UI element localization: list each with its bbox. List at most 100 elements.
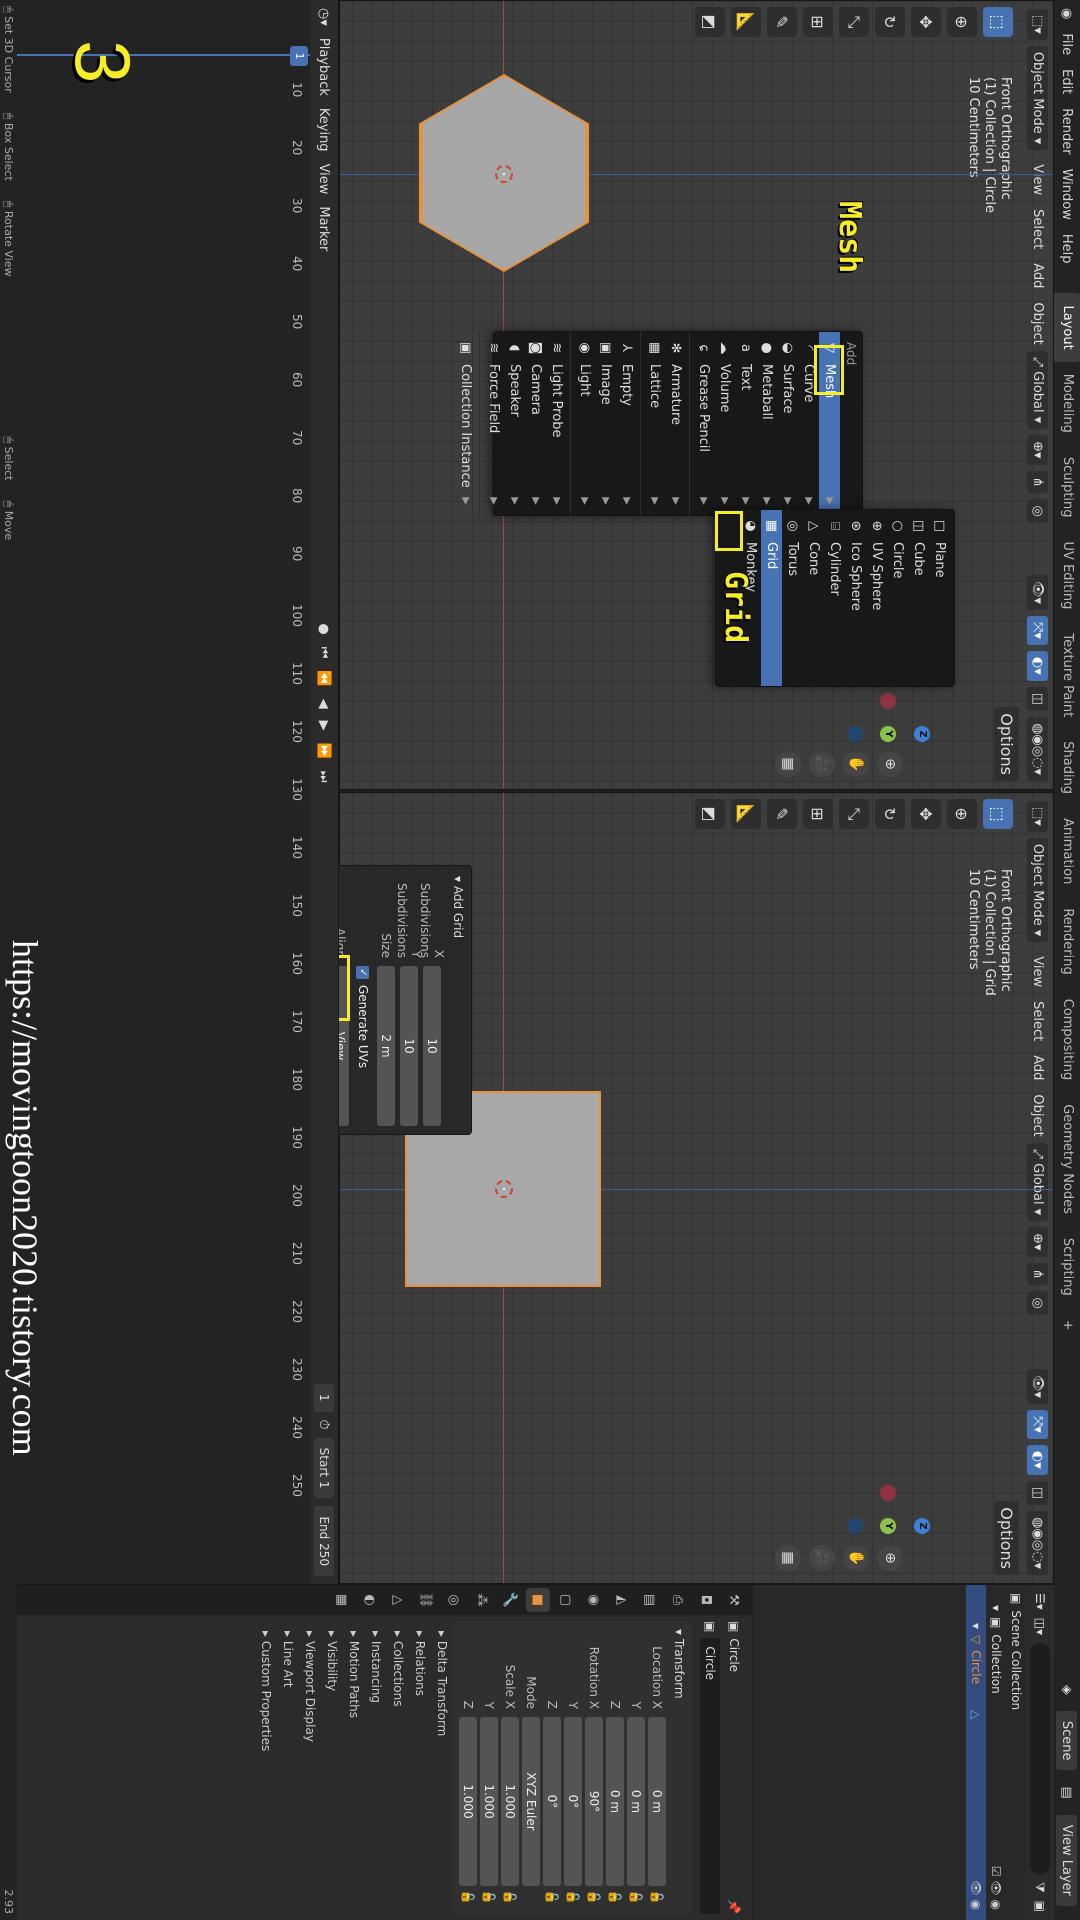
expand-icon[interactable]: ▾ (969, 1623, 983, 1629)
camera-view-icon[interactable]: 🎥 (809, 751, 835, 777)
tab-layout[interactable]: Layout (1054, 293, 1080, 362)
menu-view[interactable]: View (1031, 956, 1046, 987)
transform-row-value[interactable]: 1.000 (501, 1717, 519, 1886)
gizmo-neg-x[interactable] (880, 693, 896, 709)
options-button[interactable]: Options (994, 707, 1019, 781)
ortho-grid-icon[interactable]: ▦ (775, 1545, 801, 1571)
play-reverse-icon[interactable]: ◀ (317, 699, 332, 709)
transform-row-value[interactable]: 1.000 (459, 1717, 477, 1886)
outliner-editor-icon[interactable]: ☰▾ (1033, 1593, 1047, 1610)
scene-icon[interactable]: ◈ (1060, 1685, 1075, 1695)
transform-row-value[interactable]: 0° (564, 1717, 582, 1886)
move-icon[interactable]: ✥ (911, 7, 941, 37)
proportional-icon[interactable]: ◎ (1027, 1291, 1049, 1315)
next-key-icon[interactable]: ⏩ (317, 743, 332, 759)
jump-start-icon[interactable]: ⏮ (317, 647, 332, 659)
add-menu-item[interactable]: ▣ Collection Instance ▶ (455, 332, 476, 515)
end-frame-field[interactable]: End 250 (314, 1506, 334, 1576)
menu-view[interactable]: View (1031, 164, 1046, 195)
view-layer-selector[interactable]: View Layer (1056, 1814, 1078, 1906)
tool-tab-icon[interactable]: ⚒ (722, 1588, 746, 1612)
lock-icon[interactable]: 🔓 (566, 1886, 580, 1908)
mode-selector[interactable]: Object Mode ▾ (1027, 45, 1049, 151)
jump-end-icon[interactable]: ⏭ (317, 771, 332, 783)
pivot-icon[interactable]: ⊕▾ (1027, 1227, 1049, 1257)
texture-tab-icon[interactable]: ▦ (330, 1588, 354, 1612)
add-workspace-button[interactable]: + (1054, 1308, 1080, 1343)
scene-tab-icon[interactable]: ◭ (610, 1588, 634, 1612)
snap-icon[interactable]: ⋔ (1027, 1262, 1049, 1286)
play-icon[interactable]: ▶ (317, 721, 332, 731)
rotate-icon[interactable]: ↻ (875, 7, 905, 37)
menu-render[interactable]: Render (1060, 108, 1075, 154)
lock-icon[interactable]: 🔓 (650, 1886, 664, 1908)
options-button[interactable]: Options (994, 1501, 1019, 1575)
transform-orientation[interactable]: ⤢ Global ▾ (1027, 350, 1049, 430)
menu-file[interactable]: File (1060, 33, 1075, 55)
tab-compositing[interactable]: Compositing (1054, 987, 1080, 1093)
measure-icon[interactable]: 📐 (731, 7, 761, 37)
tab-sculpting[interactable]: Sculpting (1054, 445, 1080, 530)
tab-uv-editing[interactable]: UV Editing (1054, 530, 1080, 622)
transform-icon[interactable]: ⊞ (803, 7, 833, 37)
mesh-menu-item[interactable]: ○ Circle (887, 510, 908, 686)
outliner-row-circle[interactable]: ▾ ▽ Circle △ 👁 ◉ (966, 1585, 986, 1920)
scale-icon[interactable]: ⤡ (839, 7, 869, 37)
add-menu-item[interactable]: a Text ▶ (735, 332, 756, 515)
gizmo-toggle-icon[interactable]: ⤧▾ (1027, 1409, 1049, 1439)
add-menu-item[interactable]: ◖ Speaker ▶ (504, 332, 525, 515)
gizmo-z-axis[interactable]: Z (914, 726, 930, 742)
add-menu-item[interactable]: ● Metaball ▶ (756, 332, 777, 515)
menu-add[interactable]: Add (1031, 1055, 1046, 1080)
menu-select[interactable]: Select (1031, 1001, 1046, 1041)
outliner-search-input[interactable] (1030, 1643, 1050, 1874)
add-cube-icon[interactable]: ◩ (695, 799, 725, 829)
visibility-icon[interactable]: 👁▾ (1027, 574, 1049, 610)
lock-icon[interactable]: 🔓 (545, 1886, 559, 1908)
measure-icon[interactable]: 📐 (731, 799, 761, 829)
current-frame-field[interactable]: 1 (314, 1383, 334, 1412)
start-frame-field[interactable]: Start 1 (314, 1437, 334, 1499)
menu-select[interactable]: Select (1031, 209, 1046, 249)
menu-timeline-view[interactable]: View (317, 164, 332, 195)
redo-row-value[interactable]: 10 (400, 966, 418, 1126)
tab-modeling[interactable]: Modeling (1054, 362, 1080, 445)
constraints-tab-icon[interactable]: ⛓ (414, 1588, 438, 1612)
expand-icon[interactable]: ▾ (989, 1605, 1003, 1611)
physics-tab-icon[interactable]: ◎ (442, 1588, 466, 1612)
lock-icon[interactable]: 🔓 (461, 1886, 475, 1908)
tab-texture-paint[interactable]: Texture Paint (1054, 621, 1080, 729)
transform-row-value[interactable]: 0 m (606, 1717, 624, 1886)
collection-tab-icon[interactable]: ▢ (554, 1588, 578, 1612)
add-menu-item[interactable]: ◒ Surface ▶ (777, 332, 798, 515)
add-menu-item[interactable]: ▦ Lattice ▶ (644, 332, 665, 515)
outliner-row-collection[interactable]: ▾ ▣ Collection ☑ 👁 ◉ (986, 1585, 1006, 1920)
material-tab-icon[interactable]: ◐ (358, 1588, 382, 1612)
subpanel-header[interactable]: ▸ Custom Properties (255, 1621, 277, 1914)
proportional-icon[interactable]: ◎ (1027, 499, 1049, 523)
add-menu-item[interactable]: ☁ Volume ▶ (714, 332, 735, 515)
transform-row-value[interactable]: 90° (585, 1717, 603, 1886)
checkbox-icon[interactable]: ✓ (356, 966, 370, 979)
select-box-icon[interactable]: ⬚ (983, 7, 1013, 37)
mode-selector[interactable]: Object Mode ▾ (1027, 837, 1049, 943)
add-menu-item[interactable]: ≋ Light Probe ▶ (546, 332, 567, 515)
menu-object[interactable]: Object (1031, 302, 1046, 344)
menu-window[interactable]: Window (1060, 169, 1075, 220)
xray-icon[interactable]: ◫ (1027, 686, 1049, 712)
world-tab-icon[interactable]: ◉ (582, 1588, 606, 1612)
filter-icon[interactable]: ⧩ (1033, 1882, 1048, 1893)
redo-row-value[interactable]: 2 m (377, 966, 395, 1126)
zoom-icon[interactable]: ⊕ (877, 751, 903, 777)
timeline-editor-icon[interactable]: ◷▾ (317, 8, 332, 26)
outliner[interactable]: ☰▾ ◫▾ ⧩ ▣ ▣ Scene Collection ▾ ▣ Collection… (754, 1585, 1054, 1920)
blender-logo-icon[interactable]: ◉ (1060, 8, 1075, 19)
transform-orientation[interactable]: ⤢ Global ▾ (1027, 1142, 1049, 1222)
add-menu-item[interactable]: ✻ Armature ▶ (665, 332, 686, 515)
add-menu-item[interactable]: ▣ Image ▶ (595, 332, 616, 515)
pin-icon[interactable]: 📌 (727, 1899, 741, 1914)
redo-panel-header[interactable]: ▾ Add Grid (445, 866, 471, 1134)
object-data-tab-icon[interactable]: △ (386, 1588, 410, 1612)
mesh-menu-item[interactable]: ⌸ Cylinder (824, 510, 845, 686)
view-layer-tab-icon[interactable]: ▤ (638, 1588, 662, 1612)
